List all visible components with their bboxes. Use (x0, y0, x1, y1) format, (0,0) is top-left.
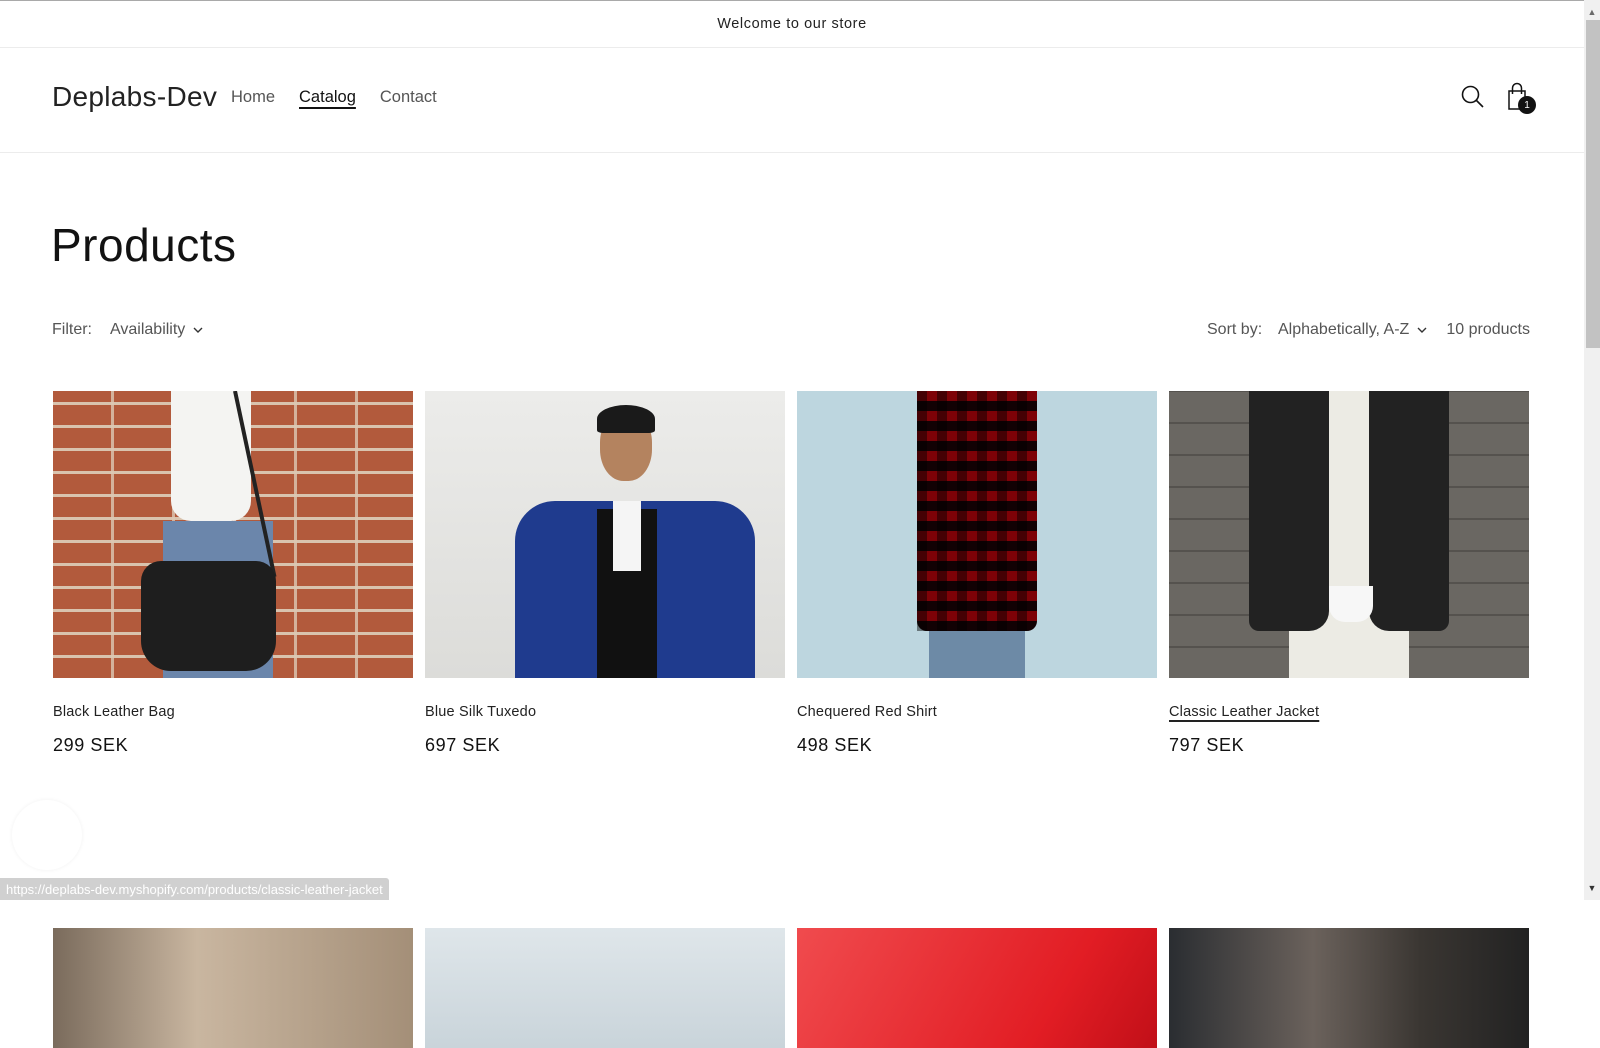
sort-label: Sort by: (1207, 321, 1263, 338)
product-title[interactable]: Chequered Red Shirt (797, 704, 937, 720)
product-grid: Black Leather Bag 299 SEK Blue Silk Tuxe… (53, 391, 1530, 1048)
filter-label: Filter: (52, 321, 92, 338)
chevron-down-icon (193, 327, 203, 333)
sort-dropdown[interactable]: Alphabetically, A-Z (1278, 321, 1427, 339)
product-image[interactable] (425, 928, 785, 1048)
availability-filter-dropdown[interactable]: Availability (110, 321, 203, 339)
nav-catalog[interactable]: Catalog (299, 88, 356, 107)
product-price: 299 SEK (53, 735, 129, 755)
product-card[interactable]: Black Leather Bag 299 SEK (53, 391, 413, 756)
product-card[interactable]: Blue Silk Tuxedo 697 SEK (425, 391, 785, 756)
product-title[interactable]: Classic Leather Jacket (1169, 704, 1319, 720)
product-title[interactable]: Black Leather Bag (53, 704, 175, 720)
cart-button[interactable]: 1 (1505, 80, 1539, 116)
product-price: 697 SEK (425, 735, 501, 755)
product-title[interactable]: Blue Silk Tuxedo (425, 704, 536, 720)
product-count: 10 products (1446, 321, 1530, 338)
search-icon (1461, 85, 1484, 108)
product-image-black-leather-bag[interactable] (53, 391, 413, 678)
cart-count-badge: 1 (1518, 96, 1536, 114)
announcement-bar: Welcome to our store (0, 1, 1584, 48)
product-image[interactable] (1169, 928, 1529, 1048)
scrollbar-thumb[interactable] (1586, 20, 1600, 348)
filter-sort-bar: Filter: Availability Sort by: Alphabetic… (52, 321, 1530, 345)
product-card[interactable]: Classic Leather Jacket 797 SEK (1169, 391, 1529, 756)
product-image-classic-leather-jacket[interactable] (1169, 391, 1529, 678)
product-card[interactable] (1169, 928, 1529, 1048)
product-card[interactable]: Chequered Red Shirt 498 SEK (797, 391, 1157, 756)
product-card[interactable] (425, 928, 785, 1048)
page-title: Products (51, 219, 237, 271)
site-header: Deplabs-Dev Home Catalog Contact 1 (0, 48, 1584, 153)
product-card[interactable] (797, 928, 1157, 1048)
search-button[interactable] (1460, 84, 1486, 110)
chevron-down-icon (1417, 327, 1427, 333)
chat-widget-button[interactable] (12, 800, 82, 870)
scroll-down-arrow-icon[interactable]: ▼ (1584, 880, 1600, 896)
browser-status-url: https://deplabs-dev.myshopify.com/produc… (0, 878, 389, 900)
product-image-blue-silk-tuxedo[interactable] (425, 391, 785, 678)
availability-filter-label: Availability (110, 321, 186, 338)
sort-value: Alphabetically, A-Z (1278, 321, 1410, 338)
product-image[interactable] (53, 928, 413, 1048)
store-logo[interactable]: Deplabs-Dev (52, 81, 217, 113)
product-image-chequered-red-shirt[interactable] (797, 391, 1157, 678)
product-price: 797 SEK (1169, 735, 1245, 755)
product-price: 498 SEK (797, 735, 873, 755)
nav-contact[interactable]: Contact (380, 88, 437, 107)
scroll-up-arrow-icon[interactable]: ▲ (1584, 4, 1600, 20)
main-nav: Home Catalog Contact (231, 88, 437, 107)
nav-home[interactable]: Home (231, 88, 275, 107)
announcement-text: Welcome to our store (717, 16, 867, 32)
product-image[interactable] (797, 928, 1157, 1048)
product-card[interactable] (53, 928, 413, 1048)
vertical-scrollbar[interactable]: ▲ ▼ (1584, 0, 1600, 900)
